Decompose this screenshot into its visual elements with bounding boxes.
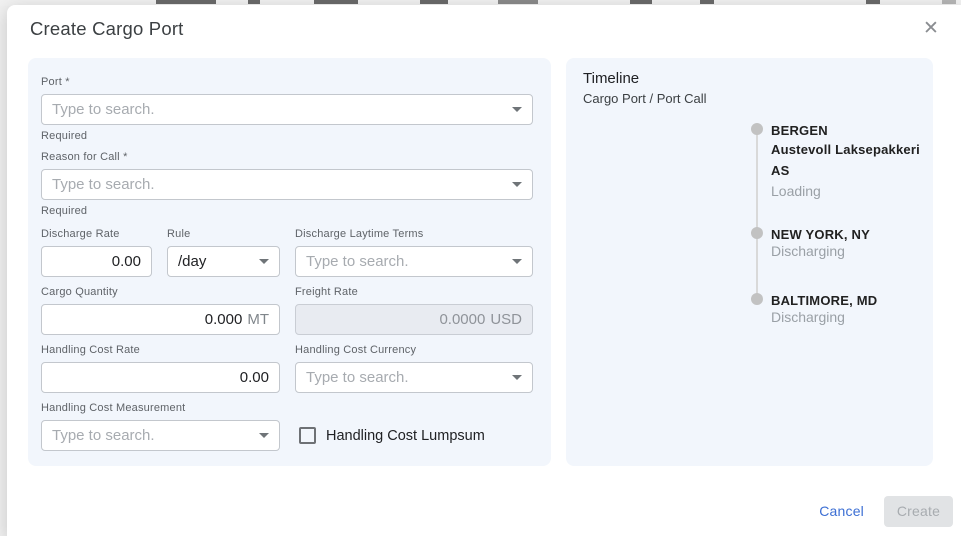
handling-cost-rate-input[interactable] [52, 369, 269, 386]
port-select[interactable] [41, 94, 533, 125]
timeline-entry-name: Austevoll Laksepakkeri AS [771, 139, 929, 181]
handling-cost-lumpsum-label: Handling Cost Lumpsum [326, 428, 485, 444]
background-text-fragment [420, 0, 448, 4]
discharge-rate-label: Discharge Rate [41, 227, 152, 241]
timeline-entry-port: BALTIMORE, MD [771, 292, 929, 309]
background-text-fragment [866, 0, 880, 4]
timeline-subtitle: Cargo Port / Port Call [583, 91, 707, 106]
port-label: Port * [41, 75, 533, 89]
background-text-fragment [630, 0, 652, 4]
handling-cost-rate-label: Handling Cost Rate [41, 343, 280, 357]
background-text-fragment [942, 0, 956, 4]
timeline-panel: Timeline Cargo Port / Port Call BERGEN A… [566, 58, 933, 466]
reason-for-call-select[interactable] [41, 169, 533, 200]
handling-cost-currency-select[interactable] [295, 362, 533, 393]
discharge-rate-field[interactable] [41, 246, 152, 277]
discharge-rate-input[interactable] [52, 253, 141, 270]
dialog-footer: Cancel Create [807, 495, 953, 527]
timeline-dot [751, 293, 763, 305]
timeline-entry: NEW YORK, NY Discharging [771, 226, 929, 260]
cancel-button[interactable]: Cancel [807, 495, 876, 527]
cargo-quantity-unit: MT [247, 311, 269, 328]
chevron-down-icon [512, 259, 522, 264]
port-helper: Required [41, 130, 533, 142]
timeline-dot [751, 123, 763, 135]
form-panel: Port * Required Reason for Call * Requir… [28, 58, 551, 466]
background-text-fragment [314, 0, 358, 4]
discharge-laytime-terms-label: Discharge Laytime Terms [295, 227, 533, 241]
timeline-dot [751, 227, 763, 239]
cargo-quantity-field[interactable]: MT [41, 304, 280, 335]
cargo-quantity-input[interactable] [52, 311, 242, 328]
chevron-down-icon [512, 375, 522, 380]
chevron-down-icon [259, 433, 269, 438]
reason-for-call-label: Reason for Call * [41, 150, 533, 164]
timeline-entry: BALTIMORE, MD Discharging [771, 292, 929, 326]
handling-cost-lumpsum-checkbox[interactable] [299, 427, 316, 444]
handling-cost-rate-field[interactable] [41, 362, 280, 393]
close-icon[interactable]: ✕ [920, 18, 942, 40]
handling-cost-currency-input[interactable] [306, 369, 504, 386]
freight-rate-input [306, 311, 485, 328]
discharge-laytime-terms-select[interactable] [295, 246, 533, 277]
freight-rate-label: Freight Rate [295, 285, 533, 299]
background-page-strip-left [0, 6, 7, 536]
timeline-entry-status: Loading [771, 181, 929, 201]
background-text-fragment [498, 0, 538, 4]
background-text-fragment [248, 0, 260, 4]
background-text-fragment [156, 0, 216, 4]
chevron-down-icon [512, 107, 522, 112]
timeline-entry: BERGEN Austevoll Laksepakkeri AS Loading [771, 122, 929, 201]
freight-rate-field: USD [295, 304, 533, 335]
rule-label: Rule [167, 227, 280, 241]
timeline-connector-line [756, 129, 758, 299]
create-button[interactable]: Create [884, 496, 953, 527]
timeline-entry-status: Discharging [771, 309, 929, 326]
handling-cost-measurement-input[interactable] [52, 427, 251, 444]
port-input[interactable] [52, 101, 504, 118]
handling-cost-measurement-select[interactable] [41, 420, 280, 451]
dialog-title: Create Cargo Port [30, 18, 184, 40]
discharge-laytime-terms-input[interactable] [306, 253, 504, 270]
freight-rate-unit: USD [490, 311, 522, 328]
timeline-entry-port: NEW YORK, NY [771, 226, 929, 243]
cargo-quantity-label: Cargo Quantity [41, 285, 280, 299]
chevron-down-icon [512, 182, 522, 187]
timeline-entry-status: Discharging [771, 243, 929, 260]
handling-cost-measurement-label: Handling Cost Measurement [41, 401, 280, 415]
reason-for-call-helper: Required [41, 205, 533, 217]
timeline-entry-port: BERGEN [771, 122, 929, 139]
chevron-down-icon [259, 259, 269, 264]
handling-cost-currency-label: Handling Cost Currency [295, 343, 533, 357]
background-text-fragment [700, 0, 714, 4]
timeline-title: Timeline [583, 70, 639, 87]
rule-select[interactable] [167, 246, 280, 277]
reason-for-call-input[interactable] [52, 176, 504, 193]
rule-input[interactable] [178, 253, 251, 270]
create-cargo-port-dialog: Create Cargo Port ✕ Port * Required Reas… [7, 5, 961, 536]
handling-cost-lumpsum-row[interactable]: Handling Cost Lumpsum [299, 420, 485, 451]
